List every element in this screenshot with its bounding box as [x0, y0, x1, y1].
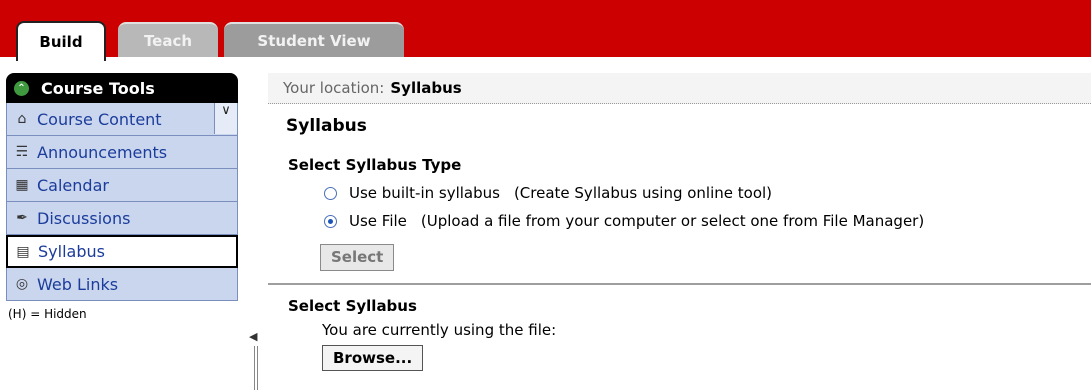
main-content: Your location: Syllabus Syllabus Select …: [268, 73, 1091, 371]
sidebar-item-label: Course Content: [37, 109, 162, 129]
hidden-legend: (H) = Hidden: [8, 307, 87, 321]
globe-icon: ◎: [15, 276, 29, 292]
section-divider: [268, 283, 1091, 285]
splitter-handle[interactable]: [254, 346, 258, 390]
home-icon: ⌂: [17, 111, 27, 127]
option-built-in-syllabus[interactable]: Use built-in syllabus (Create Syllabus u…: [324, 184, 1091, 202]
sidebar-splitter[interactable]: ◀: [249, 330, 259, 390]
sidebar-item-label: Web Links: [37, 274, 119, 294]
course-tools-sidebar: ⌃ Course Tools ⌂ Course Content ∨ ☴ Anno…: [6, 73, 238, 321]
page-title: Syllabus: [286, 116, 367, 136]
collapse-circle-icon[interactable]: ⌃: [14, 80, 29, 96]
section-title-syllabus-type: Select Syllabus Type: [288, 156, 462, 174]
option-label: Use File: [349, 212, 407, 230]
book-icon: ▤: [16, 243, 30, 260]
sidebar-item-label: Syllabus: [38, 242, 105, 261]
sidebar-item-label: Calendar: [37, 175, 109, 195]
sidebar-item-label: Announcements: [37, 142, 168, 162]
radio-use-file[interactable]: [324, 214, 337, 228]
tab-teach[interactable]: Teach: [118, 22, 218, 57]
option-description: (Upload a file from your computer or sel…: [420, 212, 925, 230]
section-title-select-syllabus: Select Syllabus: [288, 297, 417, 315]
current-file-text: You are currently using the file:: [322, 321, 557, 339]
megaphone-icon: ☴: [15, 144, 29, 160]
tab-student-view[interactable]: Student View: [224, 22, 404, 57]
select-button[interactable]: Select: [320, 244, 395, 271]
browse-button[interactable]: Browse...: [322, 345, 424, 371]
sidebar-item-syllabus[interactable]: ▤ Syllabus: [6, 235, 238, 268]
option-description: (Create Syllabus using online tool): [513, 184, 773, 202]
course-tools-title: Course Tools: [41, 78, 155, 98]
sidebar-item-label: Discussions: [37, 208, 131, 228]
option-label: Use built-in syllabus: [349, 184, 500, 202]
breadcrumb-prefix: Your location:: [283, 79, 385, 97]
tab-underline: [0, 57, 1091, 61]
collapse-left-icon[interactable]: ◀: [249, 330, 257, 343]
chevron-down-icon[interactable]: ∨: [214, 103, 237, 134]
sidebar-item-course-content[interactable]: ⌂ Course Content ∨: [6, 103, 238, 136]
pin-icon: ✒: [16, 210, 28, 226]
sidebar-item-discussions[interactable]: ✒ Discussions: [6, 202, 238, 235]
option-use-file[interactable]: Use File (Upload a file from your comput…: [324, 212, 1091, 230]
tab-build[interactable]: Build: [16, 21, 106, 61]
top-tab-bar: Build Teach Student View: [0, 0, 1091, 64]
sidebar-item-calendar[interactable]: ▦ Calendar: [6, 169, 238, 202]
breadcrumb: Your location: Syllabus: [268, 73, 1091, 104]
course-tools-header[interactable]: ⌃ Course Tools: [6, 73, 238, 103]
sidebar-item-web-links[interactable]: ◎ Web Links: [6, 268, 238, 301]
breadcrumb-current: Syllabus: [390, 79, 462, 97]
sidebar-item-announcements[interactable]: ☴ Announcements: [6, 136, 238, 169]
radio-built-in[interactable]: [324, 186, 337, 200]
calendar-icon: ▦: [15, 177, 29, 193]
